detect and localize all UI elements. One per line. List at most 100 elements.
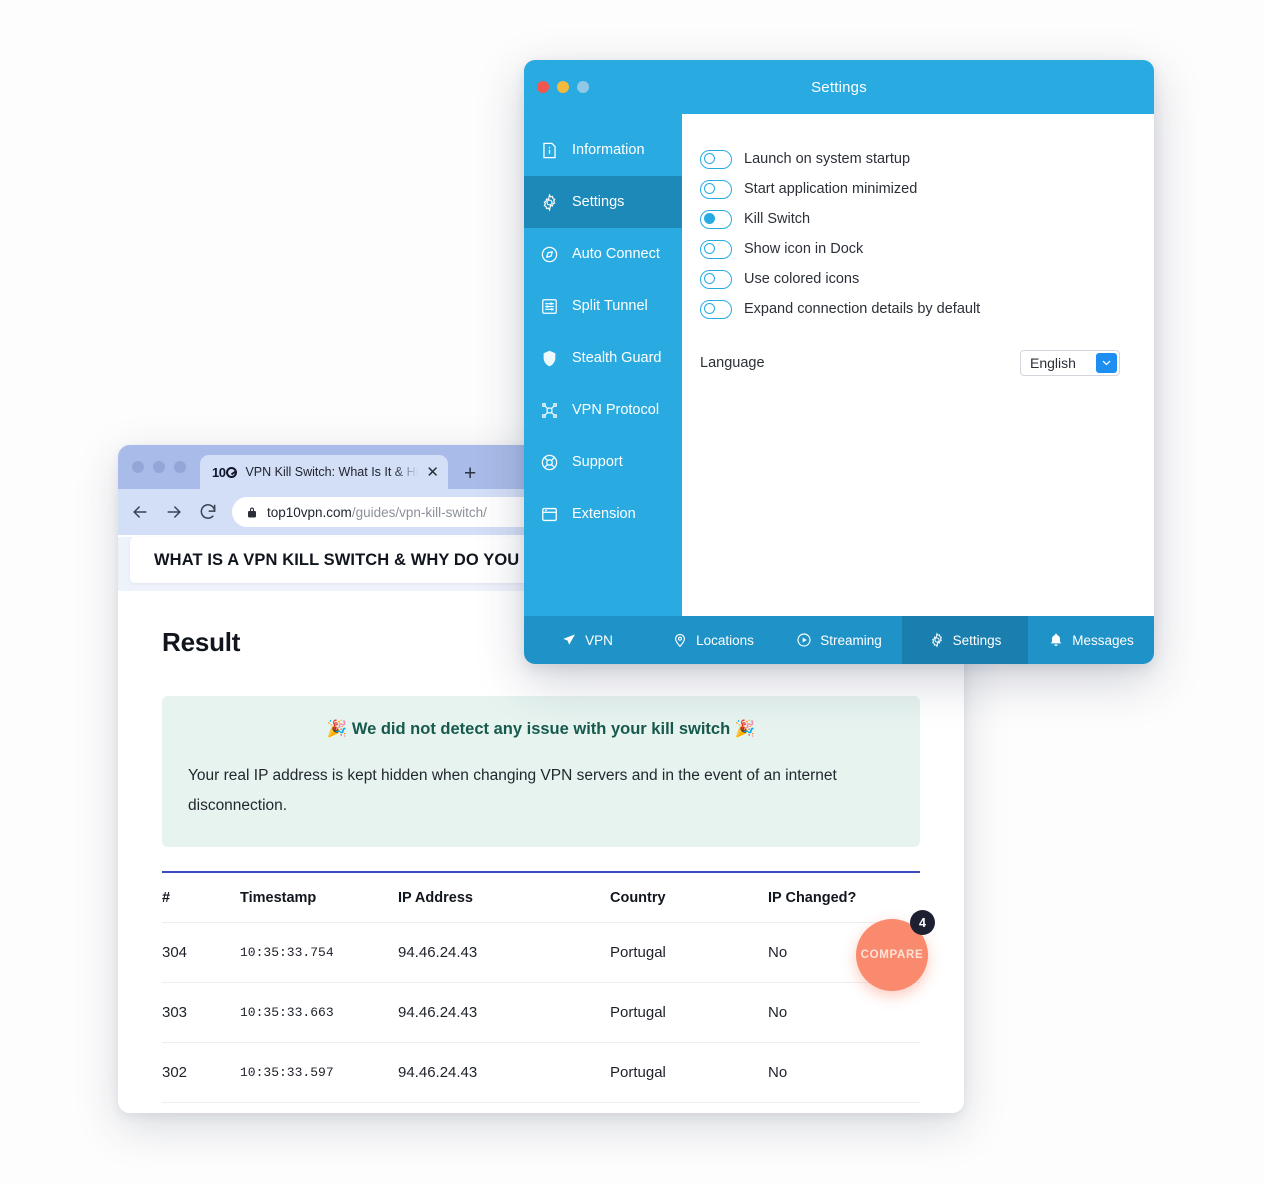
language-row: Language English [700,350,1122,376]
back-arrow-icon[interactable] [130,502,150,522]
toggle-expand-connection-details-by-default[interactable] [700,299,732,319]
footer-tab-messages[interactable]: Messages [1028,616,1154,664]
setting-row: Launch on system startup [700,144,1122,174]
url-path: /guides/vpn-kill-switch/ [351,504,487,520]
footer-tab-vpn[interactable]: VPN [524,616,650,664]
toggle-launch-on-system-startup[interactable] [700,149,732,169]
kill-switch-results-table: # Timestamp IP Address Country IP Change… [162,871,920,1113]
favicon-text: 10 [212,464,226,480]
toggle-kill-switch[interactable] [700,209,732,229]
close-icon[interactable]: ✕ [426,465,439,480]
url-text: top10vpn.com/guides/vpn-kill-switch/ [267,505,487,520]
reload-icon[interactable] [198,502,218,522]
settings-toggle-list: Launch on system startup Start applicatio… [700,144,1122,324]
browser-tab-title: VPN Kill Switch: What Is It & How Does I… [245,465,418,479]
vpn-close-button[interactable] [537,81,549,93]
setting-label: Use colored icons [744,271,860,287]
top10vpn-favicon-icon: 10 [212,464,238,480]
setting-label: Show icon in Dock [744,241,864,257]
chevron-down-icon[interactable] [1096,353,1117,373]
toggle-show-icon-in-dock[interactable] [700,239,732,259]
toggle-start-application-minimized[interactable] [700,179,732,199]
cell-ip-changed: No [768,982,920,1043]
sidebar-item-split-tunnel[interactable]: Split Tunnel [524,280,682,332]
footer-tab-label: VPN [585,632,613,648]
vpn-maximize-button [577,81,589,93]
result-banner-body: Your real IP address is kept hidden when… [188,767,837,815]
table-row: 304 10:35:33.754 94.46.24.43 Portugal No [162,922,920,983]
lock-icon [246,505,258,519]
setting-label: Expand connection details by default [744,301,981,317]
play-circle-icon [796,632,812,648]
gear-icon [540,192,559,212]
footer-tab-settings[interactable]: Settings [902,616,1028,664]
cell-timestamp: 10:35:33.514 [240,1102,398,1113]
language-select[interactable]: English [1020,350,1120,376]
footer-tab-label: Messages [1072,632,1134,648]
new-tab-button[interactable]: + [464,463,476,484]
cell-ip-address: 94.46.24.43 [398,1042,610,1103]
setting-label: Kill Switch [744,211,811,227]
cell-country: Portugal [610,982,768,1043]
sidebar-item-vpn-protocol[interactable]: VPN Protocol [524,384,682,436]
column-header-timestamp: Timestamp [240,871,398,923]
table-row: 303 10:35:33.663 94.46.24.43 Portugal No [162,982,920,1043]
footer-tab-label: Settings [952,632,1002,648]
sidebar-item-information[interactable]: Information [524,124,682,176]
sidebar-item-support[interactable]: Support [524,436,682,488]
url-domain: top10vpn.com [267,504,352,520]
table-body: 304 10:35:33.754 94.46.24.43 Portugal No 303 1… [162,922,920,1113]
compare-button[interactable]: COMPARE 4 [856,910,935,991]
cell-number: 304 [162,922,240,983]
vpn-title-bar: Settings [524,60,1154,114]
browser-minimize-button[interactable] [153,461,165,473]
vpn-body: Information Settings Auto Connect Split Tun… [524,114,1154,616]
sidebar-item-label: VPN Protocol [572,402,660,418]
browser-close-button[interactable] [132,461,144,473]
result-banner-headline: 🎉 We did not detect any issue with your … [326,720,756,738]
sidebar-item-auto-connect[interactable]: Auto Connect [524,228,682,280]
vpn-minimize-button[interactable] [557,81,569,93]
sidebar-item-label: Information [572,142,645,158]
toggle-use-colored-icons[interactable] [700,269,732,289]
setting-row: Start application minimized [700,174,1122,204]
browser-window-icon [540,505,559,524]
cell-timestamp: 10:35:33.597 [240,1042,398,1103]
table-row: 302 10:35:33.597 94.46.24.43 Portugal No [162,1042,920,1103]
auto-connect-icon [540,245,559,264]
column-header-ip-changed: IP Changed? [768,871,920,923]
gear-icon [929,632,945,648]
sidebar-item-label: Auto Connect [572,246,660,262]
setting-label: Launch on system startup [744,151,911,167]
sidebar-item-label: Settings [572,194,625,210]
cell-timestamp: 10:35:33.663 [240,982,398,1043]
sliders-icon [540,297,559,316]
network-nodes-icon [540,401,559,420]
setting-label: Start application minimized [744,181,918,197]
setting-row: Kill Switch [700,204,1122,234]
sidebar-item-stealth-guard[interactable]: Stealth Guard [524,332,682,384]
sidebar-item-settings[interactable]: Settings [524,176,682,228]
cell-number: 301 [162,1102,240,1113]
bell-icon [1048,632,1064,648]
footer-tab-streaming[interactable]: Streaming [776,616,902,664]
compare-label: COMPARE [860,949,924,961]
column-header-ip: IP Address [398,871,610,923]
browser-tab[interactable]: 10 VPN Kill Switch: What Is It & How Doe… [200,455,448,489]
column-header-country: Country [610,871,768,923]
footer-tab-locations[interactable]: Locations [650,616,776,664]
cell-ip-changed: No [768,1042,920,1103]
setting-row: Show icon in Dock [700,234,1122,264]
cell-ip-address: 94.46.24.43 [398,982,610,1043]
map-pin-icon [672,632,688,648]
forward-arrow-icon[interactable] [164,502,184,522]
table-row: 30110:35:33.51494.46.24.43PortugalNo [162,1102,920,1113]
cell-ip-changed: No [768,1102,920,1113]
sidebar-item-extension[interactable]: Extension [524,488,682,540]
lifebuoy-icon [540,453,559,472]
language-selected-value: English [1030,355,1076,371]
cell-ip-address: 94.46.24.43 [398,922,610,983]
footer-tab-label: Locations [696,632,754,648]
browser-maximize-button[interactable] [174,461,186,473]
vpn-settings-panel: Launch on system startup Start applicatio… [682,114,1154,616]
